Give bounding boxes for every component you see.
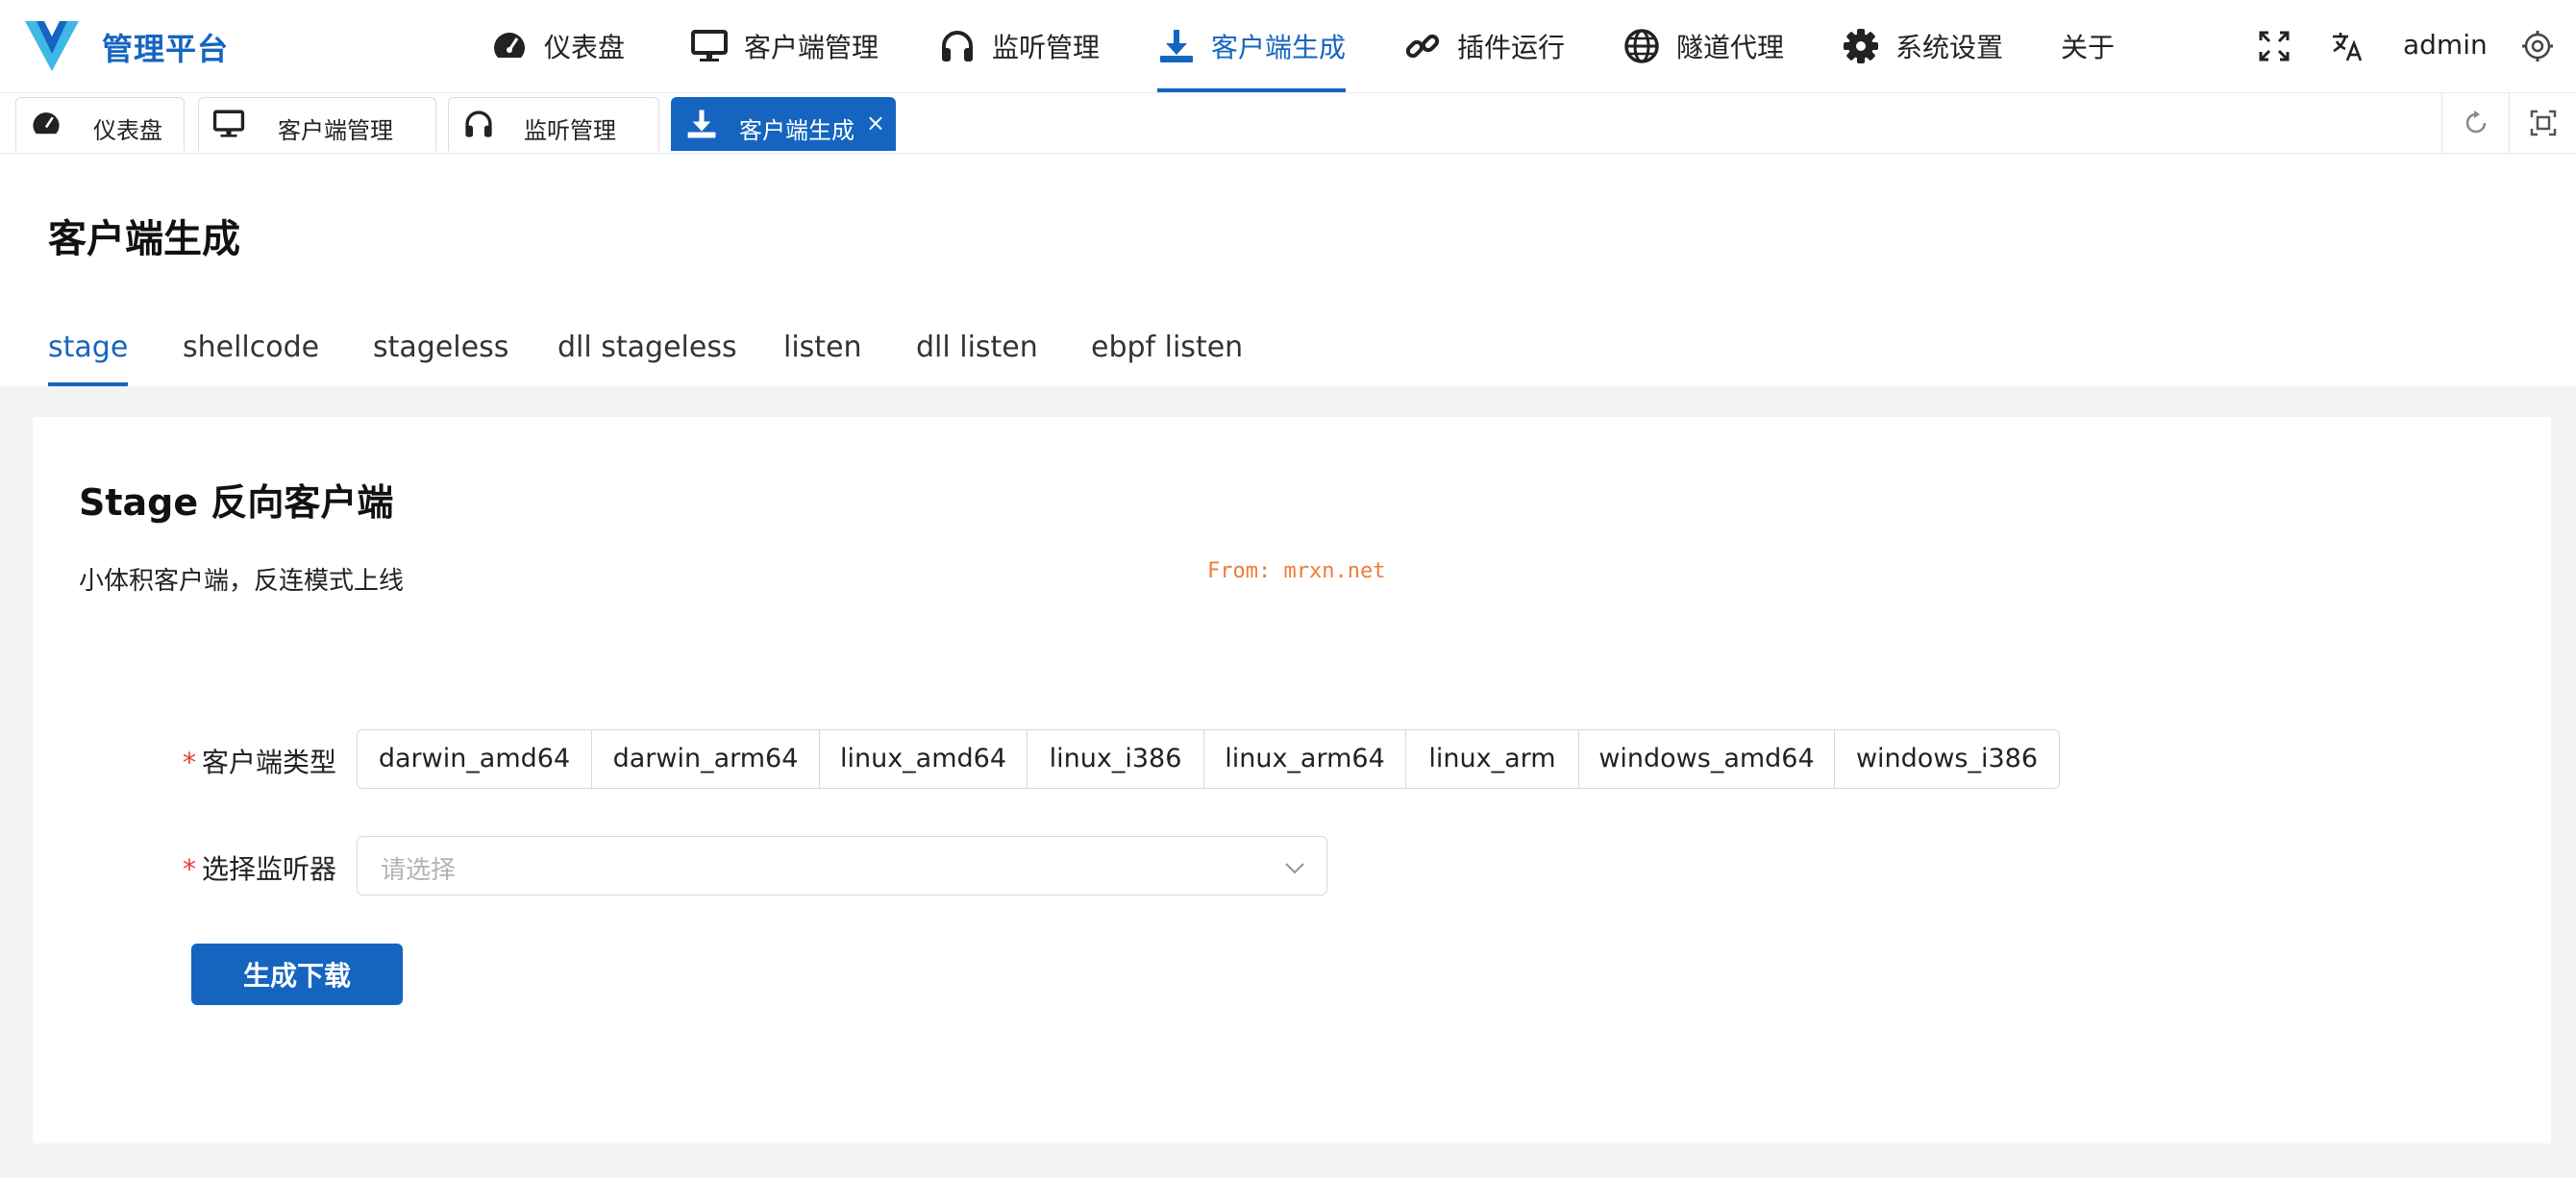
page-tab-label: 客户端管理 [278, 117, 393, 144]
gear-icon [1844, 29, 1878, 63]
nav-system-settings[interactable]: 系统设置 [1842, 0, 2003, 92]
refresh-tab-button[interactable] [2441, 93, 2510, 153]
top-navigation-bar: 管理平台 仪表盘 客户端管理 监听管理 客户端生成 插件运行 隧道代理 系统设置… [0, 0, 2576, 93]
page-tab-dashboard[interactable]: 仪表盘 [15, 97, 185, 151]
app-logo-icon [25, 21, 79, 71]
client-type-option[interactable]: linux_arm64 [1204, 730, 1406, 788]
client-type-option[interactable]: linux_amd64 [820, 730, 1028, 788]
nav-dashboard[interactable]: 仪表盘 [490, 0, 625, 92]
maximize-content-button[interactable] [2509, 93, 2576, 153]
listener-label-text: 选择监听器 [202, 853, 337, 885]
subtab-stage[interactable]: stage [48, 331, 129, 386]
nav-client-generation-label: 客户端生成 [1211, 32, 1347, 63]
subtab-dll-stageless[interactable]: dll stageless [557, 331, 737, 386]
nav-client-management-label: 客户端管理 [744, 32, 879, 63]
card-description: 小体积客户端，反连模式上线 [79, 567, 405, 596]
maximize-icon [2530, 110, 2557, 136]
fullscreen-icon[interactable] [2257, 29, 2291, 63]
client-type-option[interactable]: linux_arm [1406, 730, 1579, 788]
page-tab-label: 仪表盘 [93, 117, 162, 144]
watermark-text: From: mrxn.net [1207, 559, 1386, 583]
plugin-link-icon [1405, 34, 1440, 59]
client-type-label-text: 客户端类型 [202, 747, 337, 778]
nav-client-management[interactable]: 客户端管理 [690, 0, 879, 92]
generate-download-button[interactable]: 生成下载 [191, 944, 403, 1005]
client-type-segmented: darwin_amd64 darwin_arm64 linux_amd64 li… [357, 729, 2060, 789]
download-icon [687, 110, 716, 138]
nav-plugin-run[interactable]: 插件运行 [1403, 0, 1565, 92]
nav-dashboard-label: 仪表盘 [544, 32, 626, 63]
dashboard-icon [494, 33, 525, 58]
translate-icon[interactable] [2330, 29, 2365, 63]
nav-listener-management[interactable]: 监听管理 [938, 0, 1100, 92]
required-mark: * [183, 747, 196, 778]
listener-select[interactable]: 请选择 [357, 836, 1327, 896]
listener-select-placeholder: 请选择 [381, 856, 457, 885]
subtab-listen[interactable]: listen [783, 331, 862, 386]
nav-system-settings-label: 系统设置 [1895, 32, 2004, 63]
listener-label: * 选择监听器 [183, 848, 336, 887]
nav-about-label: 关于 [2061, 32, 2116, 63]
subtab-stageless[interactable]: stageless [373, 331, 508, 386]
client-type-option[interactable]: linux_i386 [1028, 730, 1204, 788]
nav-plugin-run-label: 插件运行 [1457, 32, 1566, 63]
page-tab-label: 监听管理 [524, 117, 616, 144]
chevron-down-icon [1285, 863, 1304, 874]
nav-about[interactable]: 关于 [2061, 0, 2115, 92]
client-type-option[interactable]: darwin_amd64 [358, 730, 592, 788]
nav-tunnel-proxy[interactable]: 隧道代理 [1622, 0, 1784, 92]
card-title: Stage 反向客户端 [79, 481, 394, 524]
close-tab-icon[interactable]: × [866, 110, 885, 136]
user-menu[interactable]: admin [2403, 29, 2488, 61]
client-type-option[interactable]: windows_i386 [1835, 730, 2059, 788]
nav-listener-management-label: 监听管理 [992, 32, 1101, 63]
page-tab-client-management[interactable]: 客户端管理 [198, 97, 436, 151]
refresh-icon [2465, 110, 2487, 134]
subtab-ebpf-listen[interactable]: ebpf listen [1091, 331, 1243, 386]
page-header: 客户端生成 stage shellcode stageless dll stag… [0, 154, 2576, 386]
page-tab-label: 客户端生成 [739, 117, 855, 144]
headphones-icon [942, 31, 973, 61]
page-title: 客户端生成 [48, 217, 240, 261]
page-tab-client-generation[interactable]: 客户端生成 × [671, 97, 896, 151]
client-type-option[interactable]: darwin_arm64 [592, 730, 820, 788]
nav-tunnel-proxy-label: 隧道代理 [1676, 32, 1785, 63]
page-tabs-bar: 仪表盘 客户端管理 监听管理 客户端生成 × [0, 93, 2576, 154]
settings-gear-icon[interactable] [2520, 29, 2555, 63]
generator-card: Stage 反向客户端 小体积客户端，反连模式上线 From: mrxn.net… [33, 417, 2551, 1143]
nav-client-generation[interactable]: 客户端生成 [1157, 0, 1347, 92]
subtab-dll-listen[interactable]: dll listen [916, 331, 1038, 386]
required-mark: * [183, 853, 196, 885]
client-type-label: * 客户端类型 [183, 742, 336, 780]
download-icon [1160, 30, 1193, 62]
globe-icon [1624, 29, 1659, 63]
monitor-icon [691, 30, 728, 61]
subtab-shellcode[interactable]: shellcode [183, 331, 319, 386]
headphones-icon [465, 110, 492, 137]
page-tab-listener-management[interactable]: 监听管理 [448, 97, 659, 151]
dashboard-icon [33, 112, 60, 135]
client-type-option[interactable]: windows_amd64 [1579, 730, 1835, 788]
brand-title[interactable]: 管理平台 [102, 25, 229, 69]
monitor-icon [212, 110, 245, 137]
